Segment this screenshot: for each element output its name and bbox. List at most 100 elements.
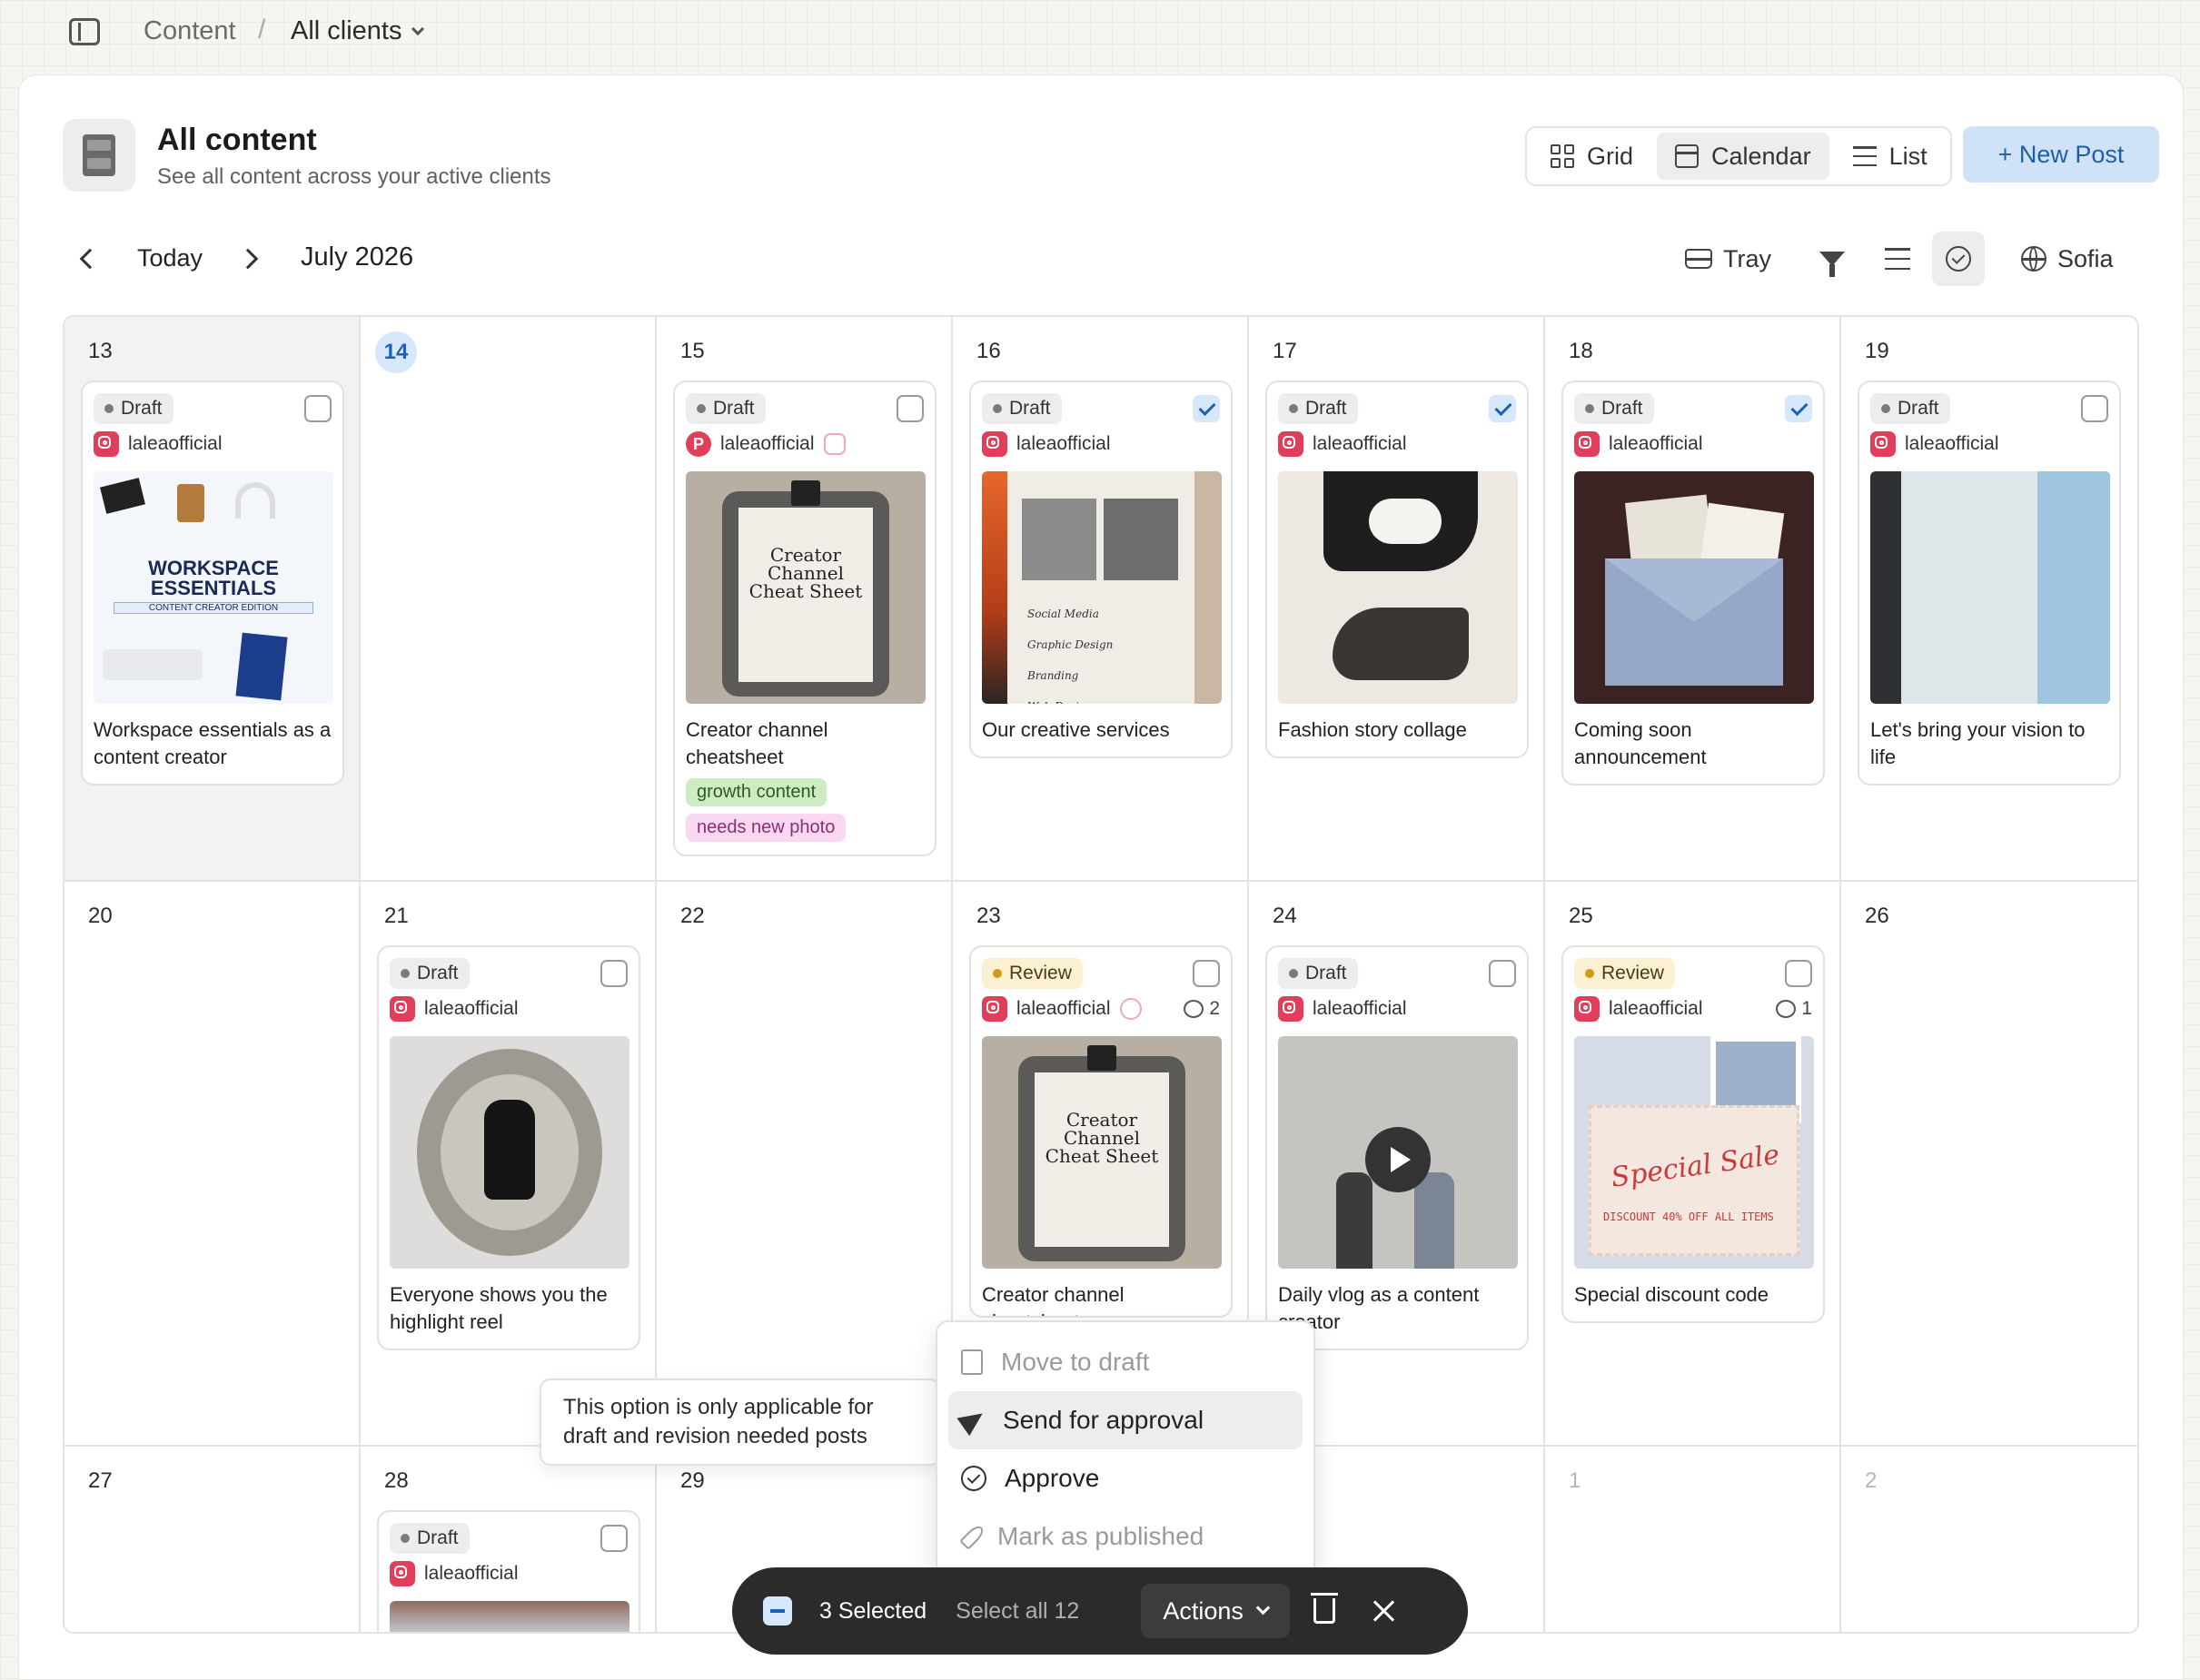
menu-item-move-to-draft[interactable]: Move to draft (948, 1333, 1303, 1391)
day-cell[interactable]: 20 (64, 882, 361, 1447)
post-card[interactable]: Review laleaofficial 2 Creator Channel Ch… (969, 945, 1233, 1318)
select-checkbox-checked[interactable] (1785, 395, 1812, 422)
day-cell[interactable]: 25 Review laleaofficial 1 Special Sale DI… (1545, 882, 1841, 1447)
select-checkbox[interactable] (1489, 960, 1516, 987)
day-cell[interactable]: 21 Draft laleaofficial Everyone shows yo… (361, 882, 657, 1447)
post-title: Everyone shows you the highlight reel (390, 1283, 608, 1333)
select-checkbox-checked[interactable] (1489, 395, 1516, 422)
post-card[interactable]: Draft laleaofficial Let's bring your vis… (1858, 380, 2121, 786)
account-name: laleaofficial (1313, 998, 1407, 1019)
day-cell[interactable]: 17 Draft laleaofficial Fashion story col… (1249, 317, 1545, 882)
selected-count: 3 Selected (819, 1597, 927, 1624)
day-cell[interactable]: 15 Draft Plaleaofficial Creator Channel … (657, 317, 953, 882)
instagram-icon (390, 996, 415, 1022)
next-month-icon[interactable] (237, 248, 259, 270)
day-cell[interactable]: 22 (657, 882, 953, 1447)
day-cell[interactable]: 26 (1841, 882, 2137, 1447)
post-thumbnail (1278, 1036, 1518, 1269)
actions-button[interactable]: Actions (1141, 1584, 1290, 1638)
select-checkbox[interactable] (2081, 395, 2108, 422)
actions-menu: Move to draft Send for approval Approve … (936, 1320, 1315, 1578)
view-calendar-button[interactable]: Calendar (1657, 133, 1829, 180)
timezone-label: Sofia (2057, 244, 2114, 272)
status-label: Draft (1898, 398, 1939, 419)
breadcrumb-root[interactable]: Content (144, 16, 236, 46)
post-card[interactable]: Draft laleaofficial Daily vlog as a cont… (1265, 945, 1529, 1350)
day-cell[interactable]: 13 Draft laleaofficial WORKSPACE ESSENTI… (64, 317, 361, 882)
day-cell[interactable]: 19 Draft laleaofficial Let's bring your … (1841, 317, 2137, 882)
post-title: Workspace essentials as a content creato… (94, 718, 332, 768)
instagram-icon (1278, 431, 1303, 457)
post-card[interactable]: Draft laleaofficial Social Media Graphic… (969, 380, 1233, 758)
instagram-icon (982, 431, 1007, 457)
select-checkbox[interactable] (897, 395, 924, 422)
day-cell[interactable]: 2 (1841, 1447, 2137, 1632)
trash-icon[interactable] (1310, 1593, 1338, 1624)
select-checkbox-checked[interactable] (1193, 395, 1220, 422)
post-card[interactable]: Draft laleaofficial WORKSPACE ESSENTIALS… (81, 380, 344, 786)
day-number: 18 (1569, 339, 1593, 363)
deselect-checkbox[interactable] (763, 1596, 792, 1626)
select-all-link[interactable]: Select all 12 (956, 1598, 1079, 1625)
comment-icon (1184, 1000, 1204, 1018)
select-checkbox[interactable] (1785, 960, 1812, 987)
page-title: All content (157, 123, 317, 157)
day-cell[interactable]: 27 (64, 1447, 361, 1632)
day-number: 19 (1865, 339, 1889, 363)
display-settings-button[interactable] (1885, 232, 1910, 286)
status-badge: Review (1574, 958, 1675, 989)
day-cell[interactable]: 18 Draft laleaofficial Coming soon annou… (1545, 317, 1841, 882)
view-grid-button[interactable]: Grid (1532, 133, 1651, 180)
post-thumbnail (390, 1601, 629, 1632)
select-checkbox[interactable] (1193, 960, 1220, 987)
menu-item-send-for-approval[interactable]: Send for approval (948, 1391, 1303, 1449)
pinterest-icon: P (686, 431, 711, 457)
comment-count[interactable]: 1 (1776, 998, 1812, 1020)
play-icon[interactable] (1365, 1127, 1431, 1192)
post-card[interactable]: Draft laleaofficial Everyone shows you t… (377, 945, 640, 1350)
new-post-button[interactable]: + New Post (1963, 126, 2159, 183)
menu-item-label: Approve (1005, 1464, 1100, 1492)
sidebar-toggle-icon[interactable] (69, 18, 100, 45)
tray-label: Tray (1723, 244, 1771, 272)
post-title: Coming soon announcement (1574, 718, 1707, 768)
menu-item-approve[interactable]: Approve (948, 1449, 1303, 1507)
comment-count[interactable]: 2 (1184, 998, 1220, 1020)
post-card[interactable]: Draft Plaleaofficial Creator Channel Che… (673, 380, 936, 856)
post-card[interactable]: Draft laleaofficial Coming soon announce… (1561, 380, 1825, 786)
prev-month-icon[interactable] (79, 248, 101, 270)
select-mode-button[interactable] (1932, 232, 1985, 286)
comment-icon (1776, 1000, 1797, 1018)
post-card[interactable]: Draft laleaofficial Fashion story collag… (1265, 380, 1529, 758)
close-icon[interactable] (1372, 1599, 1395, 1623)
thumbnail-row: Social Media (1027, 608, 1099, 620)
rocket-icon (959, 1523, 986, 1550)
post-thumbnail (1278, 471, 1518, 704)
day-cell[interactable]: 28 Draft laleaofficial (361, 1447, 657, 1632)
menu-item-mark-as-published[interactable]: Mark as published (948, 1507, 1303, 1566)
day-number: 17 (1273, 339, 1297, 363)
day-number-today: 14 (375, 331, 417, 373)
status-badge: Draft (1278, 958, 1358, 989)
status-badge: Draft (686, 393, 766, 424)
check-circle-icon (1946, 246, 1971, 272)
client-selector[interactable]: All clients (291, 16, 424, 46)
select-checkbox[interactable] (304, 395, 332, 422)
day-cell[interactable]: 16 Draft laleaofficial Social Media Grap… (953, 317, 1249, 882)
post-card[interactable]: Draft laleaofficial (377, 1510, 640, 1632)
day-cell[interactable]: 14 (361, 317, 657, 882)
account-row: laleaofficial 1 (1574, 989, 1812, 1029)
send-icon (956, 1404, 989, 1437)
timezone-button[interactable]: Sofia (2021, 232, 2114, 286)
status-badge: Review (982, 958, 1083, 989)
view-list-button[interactable]: List (1835, 133, 1946, 180)
post-card[interactable]: Review laleaofficial 1 Special Sale DISCO… (1561, 945, 1825, 1323)
select-checkbox[interactable] (600, 1525, 628, 1552)
tray-button[interactable]: Tray (1685, 232, 1771, 286)
status-badge: Draft (1574, 393, 1654, 424)
today-button[interactable]: Today (137, 244, 203, 272)
day-cell[interactable]: 1 (1545, 1447, 1841, 1632)
filter-button[interactable] (1819, 232, 1845, 286)
select-checkbox[interactable] (600, 960, 628, 987)
account-row: laleaofficial (94, 424, 332, 464)
